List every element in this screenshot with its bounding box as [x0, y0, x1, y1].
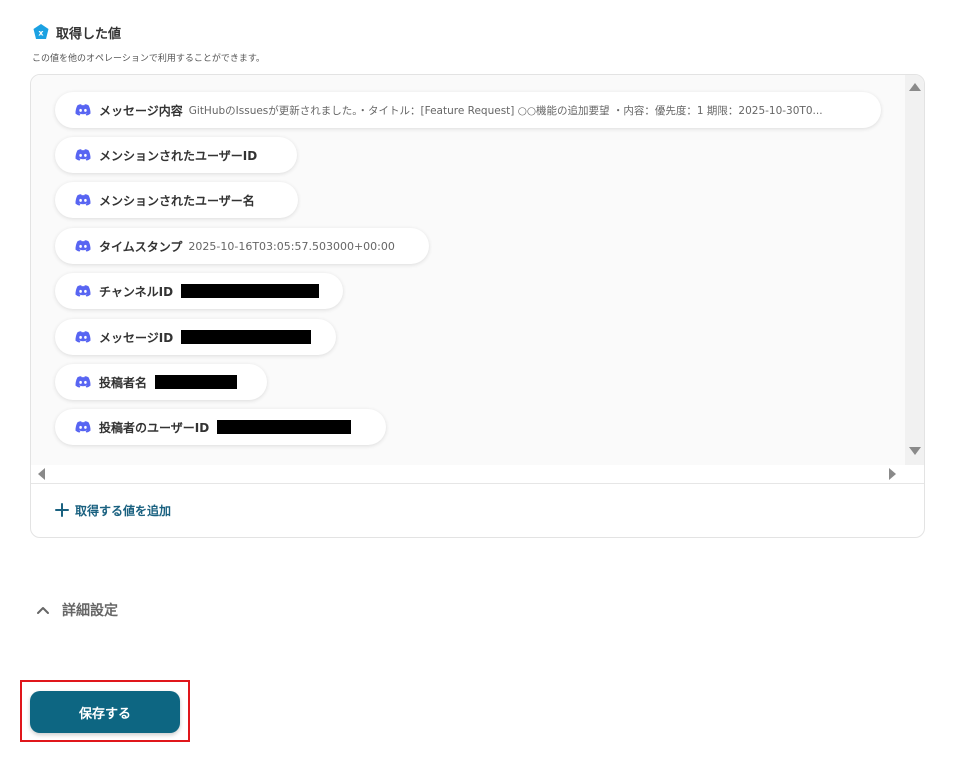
discord-icon: [75, 376, 91, 388]
svg-text:x: x: [38, 29, 44, 38]
advanced-settings-label: 詳細設定: [62, 603, 118, 619]
plus-icon: [55, 503, 69, 517]
discord-icon: [75, 421, 91, 433]
value-label: 投稿者名: [99, 375, 148, 390]
section-description: この値を他のオペレーションで利用することができます。: [32, 54, 265, 64]
values-list: メッセージ内容 GitHubのIssuesが更新されました。・タイトル：[Fea…: [31, 75, 905, 465]
discord-icon: [75, 240, 91, 252]
divider: [31, 483, 924, 484]
value-chip-timestamp[interactable]: タイムスタンプ 2025-10-16T03:05:57.503000+00:00: [55, 228, 429, 264]
redacted-value: [217, 420, 352, 434]
value-label: メンションされたユーザーID: [99, 148, 258, 163]
discord-icon: [75, 285, 91, 297]
value-chip-channel-id[interactable]: チャンネルID: [55, 273, 343, 309]
redacted-value: [181, 284, 320, 298]
value-preview: GitHubのIssuesが更新されました。・タイトル：[Feature Req…: [188, 104, 823, 117]
section-title: 取得した値: [56, 26, 122, 42]
discord-icon: [75, 194, 91, 206]
value-label: メッセージID: [99, 330, 174, 345]
chevron-up-icon: [37, 607, 49, 614]
value-chip-mentioned-user-name[interactable]: メンションされたユーザー名: [55, 182, 298, 218]
scroll-down-arrow-icon[interactable]: [909, 447, 921, 455]
section-header: x 取得した値: [32, 22, 121, 42]
discord-icon: [75, 331, 91, 343]
value-label: メンションされたユーザー名: [99, 193, 255, 208]
advanced-settings-toggle[interactable]: 詳細設定: [36, 600, 118, 620]
value-label: チャンネルID: [99, 284, 174, 299]
horizontal-scrollbar[interactable]: [31, 465, 905, 483]
value-chip-author-user-id[interactable]: 投稿者のユーザーID: [55, 409, 386, 445]
value-label: 投稿者のユーザーID: [99, 420, 210, 435]
redacted-value: [181, 330, 312, 344]
save-button[interactable]: 保存する: [30, 691, 180, 733]
value-preview: 2025-10-16T03:05:57.503000+00:00: [188, 239, 395, 253]
scroll-right-arrow-icon[interactable]: [889, 468, 896, 480]
discord-icon: [75, 104, 91, 116]
value-chip-mentioned-user-id[interactable]: メンションされたユーザーID: [55, 137, 297, 173]
value-chip-author-name[interactable]: 投稿者名: [55, 364, 267, 400]
value-label: メッセージ内容: [99, 103, 183, 118]
add-value-button[interactable]: 取得する値を追加: [55, 499, 171, 521]
discord-icon: [75, 149, 91, 161]
add-value-label: 取得する値を追加: [75, 503, 172, 518]
value-chip-message-id[interactable]: メッセージID: [55, 319, 336, 355]
scroll-left-arrow-icon[interactable]: [38, 468, 45, 480]
scroll-up-arrow-icon[interactable]: [909, 83, 921, 91]
value-chip-message-content[interactable]: メッセージ内容 GitHubのIssuesが更新されました。・タイトル：[Fea…: [55, 92, 881, 128]
variable-icon: x: [33, 24, 49, 39]
redacted-value: [155, 375, 238, 389]
retrieved-values-panel: メッセージ内容 GitHubのIssuesが更新されました。・タイトル：[Fea…: [30, 74, 925, 538]
vertical-scrollbar[interactable]: [905, 75, 924, 465]
value-label: タイムスタンプ: [99, 239, 183, 254]
